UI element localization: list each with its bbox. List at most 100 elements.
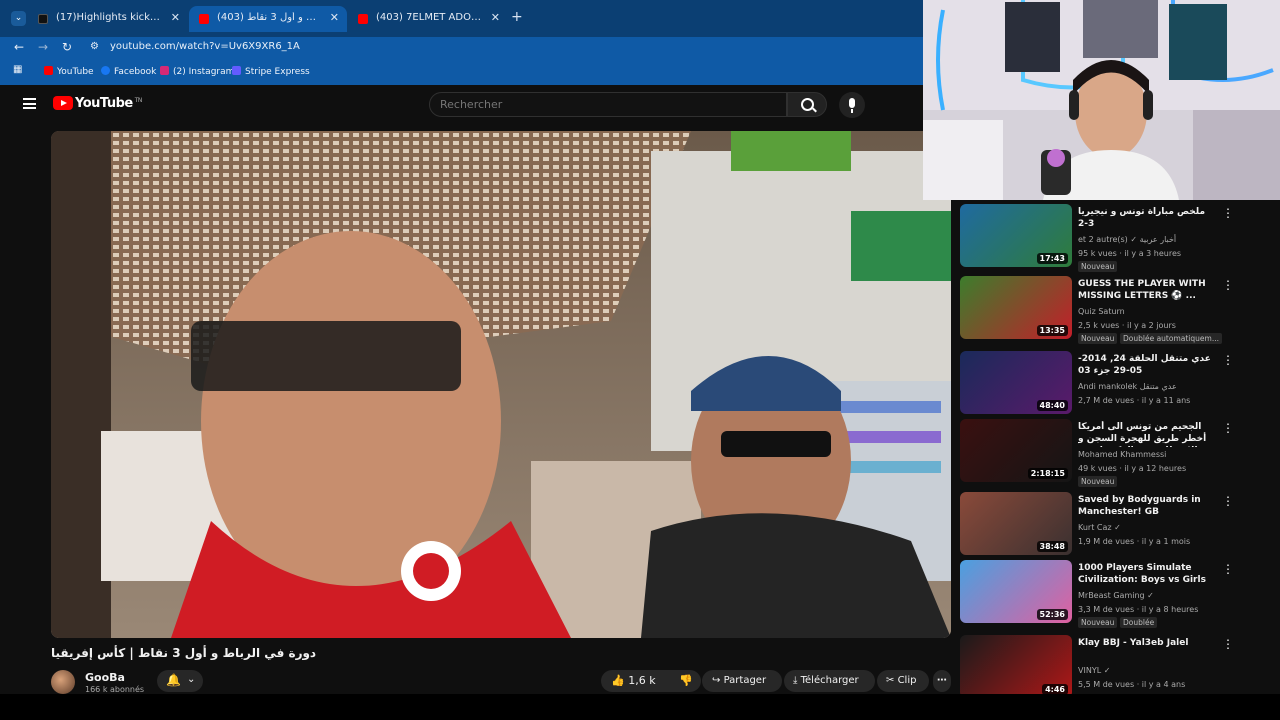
recommendation-meta: 2,7 M de vues · il y a 11 ans — [1078, 396, 1191, 405]
recommendation-meta: 95 k vues · il y a 3 heures — [1078, 249, 1182, 258]
voice-search-button[interactable] — [839, 92, 865, 118]
video-thumbnail[interactable]: 17:43 — [960, 204, 1072, 267]
youtube-logo[interactable]: YouTube TN — [75, 96, 142, 111]
webcam-frame — [923, 0, 1280, 200]
tab-highlights[interactable]: (17)Highlights kick2 (@highlight ✕ — [28, 6, 188, 32]
bell-icon: 🔔 — [166, 673, 181, 687]
recommendation-item[interactable]: 48:40 عدي متنقل الحلقة 24, 2014-05-29 جزء… — [960, 351, 1260, 417]
video-player[interactable] — [51, 131, 951, 638]
tab-title: (403) 7ELMET ADO 7 (Prod. By — [376, 12, 484, 23]
recommendation-title[interactable]: ملخص مباراة تونس و نيجيريا 3-2 — [1078, 206, 1218, 230]
recommendation-title[interactable]: Saved by Bodyguards in Manchester! GB — [1078, 494, 1218, 518]
recommendations-sidebar: 17:43 ملخص مباراة تونس و نيجيريا 3-2 et 2 … — [960, 200, 1280, 694]
recommendation-channel[interactable]: VINYL ✓ — [1078, 666, 1110, 675]
subscription-bell-button[interactable]: 🔔 ⌄ — [157, 670, 203, 692]
recommendation-channel[interactable]: Kurt Caz ✓ — [1078, 523, 1121, 532]
youtube-icon — [44, 66, 53, 75]
recommendation-meta: 5,5 M de vues · il y a 4 ans — [1078, 680, 1186, 689]
duration-badge: 2:18:15 — [1027, 468, 1068, 479]
clip-button[interactable]: ✂ Clip — [877, 670, 929, 692]
recommendation-item[interactable]: 38:48 Saved by Bodyguards in Manchester! … — [960, 492, 1260, 558]
recommendation-item[interactable]: 52:36 1000 Players Simulate Civilization:… — [960, 560, 1260, 628]
apps-grid-icon[interactable]: ▦ — [13, 64, 22, 75]
video-thumbnail[interactable]: 13:35 — [960, 276, 1072, 339]
download-button[interactable]: ⤓ Télécharger — [784, 670, 875, 692]
duration-badge: 48:40 — [1036, 400, 1068, 411]
channel-name[interactable]: GooBa — [85, 671, 125, 684]
logo-text: YouTube — [75, 96, 133, 111]
recommendation-channel[interactable]: et 2 autre(s) ✓ أخبار عربية — [1078, 235, 1176, 244]
more-vertical-icon[interactable]: ⋮ — [1222, 637, 1234, 651]
share-label: Partager — [723, 675, 767, 686]
download-label: Télécharger — [800, 675, 859, 686]
recommendation-channel[interactable]: Mohamed Khammessi — [1078, 450, 1166, 459]
duration-badge: 4:46 — [1042, 684, 1068, 694]
new-badge: Nouveau — [1078, 617, 1118, 628]
recommendation-item[interactable]: 2:18:15 الجحيم من تونس الى أمريكا أخطر طر… — [960, 419, 1260, 487]
video-thumbnail[interactable]: 2:18:15 — [960, 419, 1072, 482]
menu-icon[interactable] — [23, 98, 36, 109]
taskbar-strip — [0, 694, 1280, 720]
chevron-down-icon: ⌄ — [187, 674, 196, 685]
like-button[interactable]: 👍 1,6 k — [611, 670, 656, 692]
more-vertical-icon[interactable]: ⋮ — [1222, 494, 1234, 508]
bookmark-youtube[interactable]: YouTube — [44, 66, 94, 77]
recommendation-item[interactable]: 4:46 Klay BBJ - Yal3eb Jalel VINYL ✓ 5,5 M … — [960, 635, 1260, 694]
close-icon[interactable]: ✕ — [330, 11, 339, 24]
recommendation-meta: 1,9 M de vues · il y a 1 mois — [1078, 537, 1191, 546]
video-thumbnail[interactable]: 48:40 — [960, 351, 1072, 414]
tab-current-video[interactable]: (403) دورة في الرباط و أول 3 نقاط ✕ — [189, 6, 347, 32]
more-vertical-icon[interactable]: ⋮ — [1222, 278, 1234, 292]
search-button[interactable] — [787, 92, 827, 117]
bookmark-label: YouTube — [57, 67, 94, 77]
youtube-logo-icon[interactable] — [53, 96, 73, 110]
video-thumbnail[interactable]: 4:46 — [960, 635, 1072, 694]
recommendation-channel[interactable]: Quiz Saturn — [1078, 307, 1125, 316]
recommendation-title[interactable]: الجحيم من تونس الى أمريكا أخطر طريق للهج… — [1078, 421, 1218, 447]
close-icon[interactable]: ✕ — [171, 11, 180, 24]
more-vertical-icon[interactable]: ⋮ — [1222, 353, 1234, 367]
download-icon: ⤓ — [793, 675, 798, 686]
search-input[interactable] — [429, 92, 787, 117]
like-count: 1,6 k — [628, 674, 656, 687]
reload-icon[interactable]: ↻ — [62, 40, 72, 54]
recommendation-title[interactable]: Klay BBJ - Yal3eb Jalel — [1078, 637, 1218, 649]
url-text[interactable]: youtube.com/watch?v=Uv6X9XR6_1A — [110, 41, 300, 52]
more-vertical-icon[interactable]: ⋮ — [1222, 206, 1234, 220]
recommendation-title[interactable]: GUESS THE PLAYER WITH MISSING LETTERS ⚽ … — [1078, 278, 1218, 302]
dislike-button[interactable]: 👎 — [679, 670, 693, 692]
tiktok-icon — [38, 14, 48, 24]
bookmark-label: Facebook — [114, 67, 157, 77]
share-button[interactable]: ↪ Partager — [702, 670, 782, 692]
channel-avatar[interactable] — [51, 670, 75, 694]
bookmark-instagram[interactable]: (2) Instagram — [160, 66, 234, 77]
video-thumbnail[interactable]: 52:36 — [960, 560, 1072, 623]
like-dislike-group: 👍 1,6 k 👎 — [601, 670, 701, 692]
webcam-overlay — [923, 0, 1280, 200]
recommendation-title[interactable]: عدي متنقل الحلقة 24, 2014-05-29 جزء 03 — [1078, 353, 1218, 377]
tab-7elmet[interactable]: (403) 7ELMET ADO 7 (Prod. By ✕ — [348, 6, 508, 32]
recommendation-title[interactable]: 1000 Players Simulate Civilization: Boys… — [1078, 562, 1218, 586]
tab-search-button[interactable]: ⌄ — [11, 11, 26, 26]
video-thumbnail[interactable]: 38:48 — [960, 492, 1072, 555]
site-info-icon[interactable]: ⚙ — [90, 41, 99, 52]
recommendation-meta: 49 k vues · il y a 12 heures — [1078, 464, 1187, 473]
more-vertical-icon[interactable]: ⋮ — [1222, 421, 1234, 435]
subscriber-count: 166 k abonnés — [85, 685, 145, 694]
recommendation-item[interactable]: 13:35 GUESS THE PLAYER WITH MISSING LETTE… — [960, 276, 1260, 344]
back-icon[interactable]: ← — [14, 40, 24, 54]
stripe-icon — [232, 66, 241, 75]
share-icon: ↪ — [712, 675, 721, 686]
clip-label: Clip — [897, 675, 917, 686]
more-actions-button[interactable]: ⋯ — [933, 670, 951, 692]
recommendation-channel[interactable]: Andi mankolek عدي متنقل — [1078, 382, 1177, 391]
close-icon[interactable]: ✕ — [491, 11, 500, 24]
new-badge: Nouveau — [1078, 476, 1118, 487]
recommendation-item[interactable]: 17:43 ملخص مباراة تونس و نيجيريا 3-2 et 2 … — [960, 204, 1260, 272]
more-vertical-icon[interactable]: ⋮ — [1222, 562, 1234, 576]
forward-icon[interactable]: → — [38, 40, 48, 54]
bookmark-stripe[interactable]: Stripe Express — [232, 66, 310, 77]
new-tab-button[interactable]: + — [511, 9, 523, 25]
bookmark-facebook[interactable]: Facebook — [101, 66, 156, 77]
recommendation-channel[interactable]: MrBeast Gaming ✓ — [1078, 591, 1154, 600]
